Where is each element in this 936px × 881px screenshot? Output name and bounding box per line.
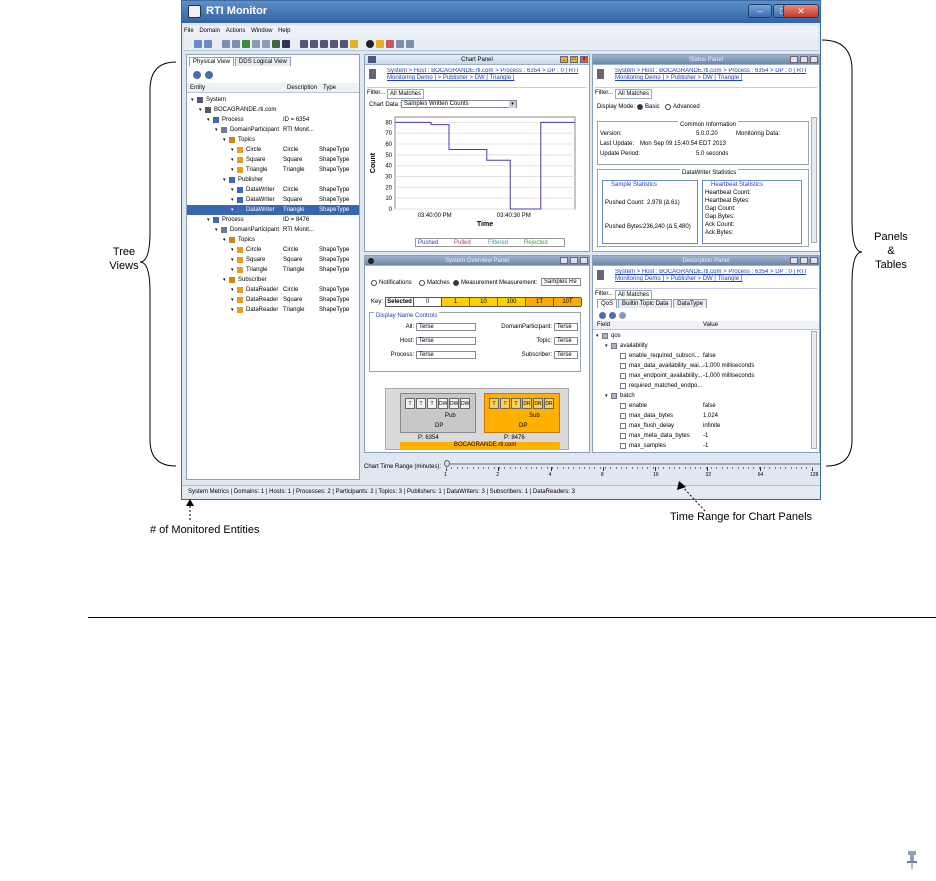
right-bracket bbox=[821, 39, 863, 467]
annotation-monitored-entities: # of Monitored Entities bbox=[150, 524, 260, 536]
time-range-arrow bbox=[679, 483, 706, 512]
entities-arrowhead bbox=[186, 499, 194, 506]
page-divider bbox=[88, 617, 936, 618]
pushpin-svg bbox=[907, 851, 917, 869]
annotation-tree-views: Tree Views bbox=[109, 246, 139, 272]
annotation-panels-tables: Panels & Tables bbox=[874, 231, 908, 271]
pushpin-icon[interactable] bbox=[905, 850, 919, 870]
time-range-arrowhead bbox=[677, 481, 686, 490]
annotation-time-range: Time Range for Chart Panels bbox=[670, 511, 813, 523]
